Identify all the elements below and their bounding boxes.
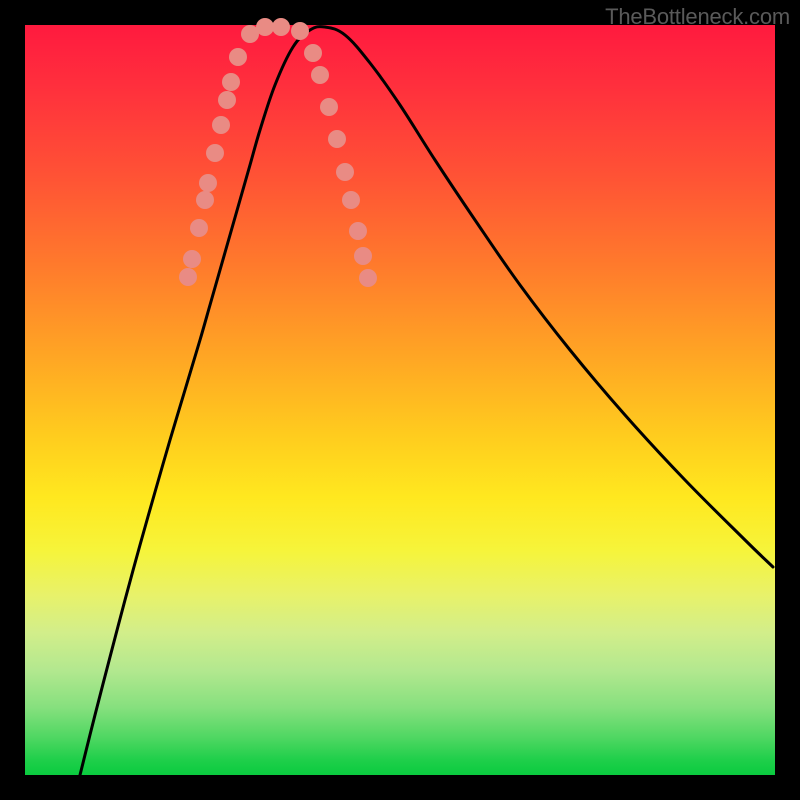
data-point [179, 268, 197, 286]
plot-area [25, 25, 775, 775]
data-point [218, 91, 236, 109]
data-point [311, 66, 329, 84]
marker-layer [179, 18, 377, 287]
data-point [199, 174, 217, 192]
data-point [354, 247, 372, 265]
data-point [272, 18, 290, 36]
watermark-text: TheBottleneck.com [605, 4, 790, 30]
data-point [229, 48, 247, 66]
data-point [320, 98, 338, 116]
data-point [336, 163, 354, 181]
data-point [212, 116, 230, 134]
outer-frame: TheBottleneck.com [0, 0, 800, 800]
data-point [183, 250, 201, 268]
bottleneck-curve-path [80, 27, 773, 775]
data-point [222, 73, 240, 91]
data-point [349, 222, 367, 240]
data-point [206, 144, 224, 162]
chart-svg [25, 25, 775, 775]
data-point [196, 191, 214, 209]
curve-layer [80, 27, 773, 775]
data-point [190, 219, 208, 237]
data-point [291, 22, 309, 40]
data-point [304, 44, 322, 62]
data-point [342, 191, 360, 209]
data-point [328, 130, 346, 148]
data-point [359, 269, 377, 287]
data-point [256, 18, 274, 36]
